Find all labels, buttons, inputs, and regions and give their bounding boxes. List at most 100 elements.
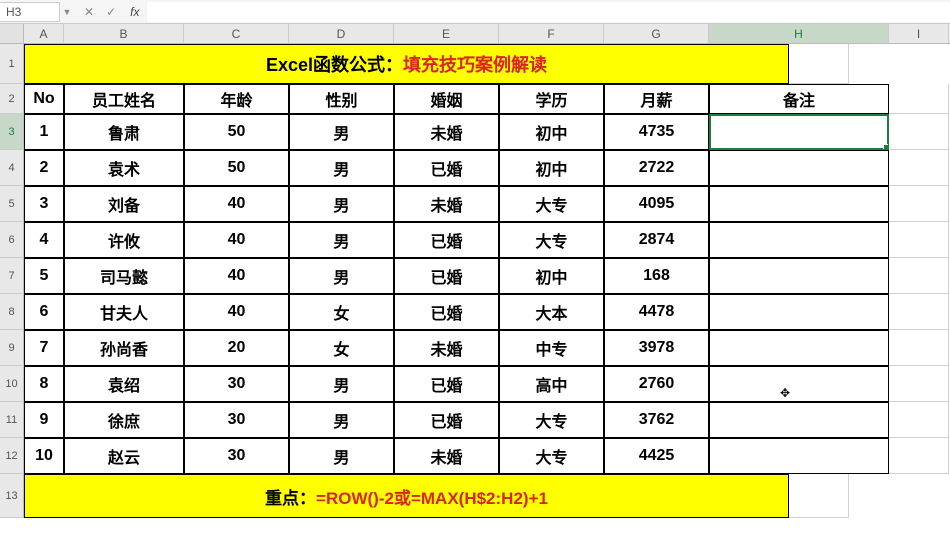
cell-C7[interactable]: 40	[184, 258, 289, 294]
cell-I11[interactable]	[889, 402, 949, 438]
cell-D7[interactable]: 男	[289, 258, 394, 294]
confirm-formula-icon[interactable]: ✓	[104, 5, 118, 19]
cell-G7[interactable]: 168	[604, 258, 709, 294]
cell-F8[interactable]: 大本	[499, 294, 604, 330]
row-header-4[interactable]: 4	[0, 150, 24, 186]
cell-A9[interactable]: 7	[24, 330, 64, 366]
col-header-C[interactable]: C	[184, 24, 289, 43]
cell-G6[interactable]: 2874	[604, 222, 709, 258]
cell-F7[interactable]: 初中	[499, 258, 604, 294]
name-box[interactable]: H3	[0, 2, 60, 22]
cell-I8[interactable]	[889, 294, 949, 330]
cell-G9[interactable]: 3978	[604, 330, 709, 366]
cell-I3[interactable]	[889, 114, 949, 150]
cell-H10[interactable]	[709, 366, 889, 402]
cell-H9[interactable]	[709, 330, 889, 366]
cell-C10[interactable]: 30	[184, 366, 289, 402]
cell-D9[interactable]: 女	[289, 330, 394, 366]
col-header-H[interactable]: H	[709, 24, 889, 43]
cell-D5[interactable]: 男	[289, 186, 394, 222]
cell-I7[interactable]	[889, 258, 949, 294]
cell-I6[interactable]	[889, 222, 949, 258]
cell-D10[interactable]: 男	[289, 366, 394, 402]
row-header-6[interactable]: 6	[0, 222, 24, 258]
cell-A7[interactable]: 5	[24, 258, 64, 294]
row-header-10[interactable]: 10	[0, 366, 24, 402]
select-all-corner[interactable]	[0, 24, 24, 43]
cell-F12[interactable]: 大专	[499, 438, 604, 474]
cell-G10[interactable]: 2760	[604, 366, 709, 402]
cell-E11[interactable]: 已婚	[394, 402, 499, 438]
cell-A8[interactable]: 6	[24, 294, 64, 330]
cell-B11[interactable]: 徐庶	[64, 402, 184, 438]
row-header-2[interactable]: 2	[0, 84, 24, 114]
cell-H11[interactable]	[709, 402, 889, 438]
row-header-5[interactable]: 5	[0, 186, 24, 222]
row-header-9[interactable]: 9	[0, 330, 24, 366]
cell-I12[interactable]	[889, 438, 949, 474]
cell-A3[interactable]: 1	[24, 114, 64, 150]
cell-F5[interactable]: 大专	[499, 186, 604, 222]
col-header-B[interactable]: B	[64, 24, 184, 43]
cell-D12[interactable]: 男	[289, 438, 394, 474]
footer-cell[interactable]: 重点：=ROW()-2或=MAX(H$2:H2)+1	[24, 474, 789, 518]
header-education[interactable]: 学历	[499, 84, 604, 114]
cell-I10[interactable]	[889, 366, 949, 402]
row-header-12[interactable]: 12	[0, 438, 24, 474]
col-header-D[interactable]: D	[289, 24, 394, 43]
spreadsheet-grid[interactable]: A B C D E F G H I 1 Excel函数公式：填充技巧案例解读 2…	[0, 24, 950, 518]
cancel-formula-icon[interactable]: ✕	[82, 5, 96, 19]
fx-icon[interactable]: fx	[130, 5, 139, 19]
cell-E6[interactable]: 已婚	[394, 222, 499, 258]
cell-I4[interactable]	[889, 150, 949, 186]
cell-G3[interactable]: 4735	[604, 114, 709, 150]
cell-D3[interactable]: 男	[289, 114, 394, 150]
cell-B6[interactable]: 许攸	[64, 222, 184, 258]
cell-G4[interactable]: 2722	[604, 150, 709, 186]
cell-B3[interactable]: 鲁肃	[64, 114, 184, 150]
cell-E4[interactable]: 已婚	[394, 150, 499, 186]
header-gender[interactable]: 性别	[289, 84, 394, 114]
cell-D4[interactable]: 男	[289, 150, 394, 186]
cell-G8[interactable]: 4478	[604, 294, 709, 330]
col-header-A[interactable]: A	[24, 24, 64, 43]
header-age[interactable]: 年龄	[184, 84, 289, 114]
cell-I9[interactable]	[889, 330, 949, 366]
cell-E12[interactable]: 未婚	[394, 438, 499, 474]
cell-H5[interactable]	[709, 186, 889, 222]
cell-B8[interactable]: 甘夫人	[64, 294, 184, 330]
cell-I5[interactable]	[889, 186, 949, 222]
cell-F6[interactable]: 大专	[499, 222, 604, 258]
cell-H4[interactable]	[709, 150, 889, 186]
row-header-13[interactable]: 13	[0, 474, 24, 518]
row-header-11[interactable]: 11	[0, 402, 24, 438]
cell-E5[interactable]: 未婚	[394, 186, 499, 222]
cell-I13[interactable]	[789, 474, 849, 518]
cell-C6[interactable]: 40	[184, 222, 289, 258]
header-remark[interactable]: 备注	[709, 84, 889, 114]
cell-H12[interactable]	[709, 438, 889, 474]
cell-A10[interactable]: 8	[24, 366, 64, 402]
cell-C12[interactable]: 30	[184, 438, 289, 474]
cell-F9[interactable]: 中专	[499, 330, 604, 366]
title-cell[interactable]: Excel函数公式：填充技巧案例解读	[24, 44, 789, 84]
cell-H7[interactable]	[709, 258, 889, 294]
cell-B7[interactable]: 司马懿	[64, 258, 184, 294]
row-header-7[interactable]: 7	[0, 258, 24, 294]
cell-B12[interactable]: 赵云	[64, 438, 184, 474]
cell-E7[interactable]: 已婚	[394, 258, 499, 294]
cell-I2[interactable]	[889, 84, 949, 114]
header-salary[interactable]: 月薪	[604, 84, 709, 114]
cell-G5[interactable]: 4095	[604, 186, 709, 222]
cell-C9[interactable]: 20	[184, 330, 289, 366]
col-header-F[interactable]: F	[499, 24, 604, 43]
header-no[interactable]: No	[24, 84, 64, 114]
cell-A5[interactable]: 3	[24, 186, 64, 222]
cell-E8[interactable]: 已婚	[394, 294, 499, 330]
cell-E9[interactable]: 未婚	[394, 330, 499, 366]
formula-input[interactable]	[147, 2, 950, 22]
cell-E10[interactable]: 已婚	[394, 366, 499, 402]
header-name[interactable]: 员工姓名	[64, 84, 184, 114]
cell-C5[interactable]: 40	[184, 186, 289, 222]
cell-H8[interactable]	[709, 294, 889, 330]
